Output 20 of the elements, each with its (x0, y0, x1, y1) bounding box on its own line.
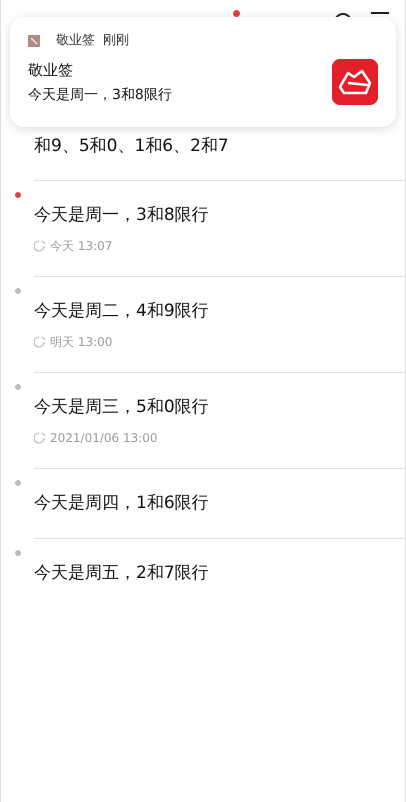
reminder-text[interactable]: 今天是周一，3和8限行 (34, 201, 209, 229)
alarm-icon (34, 432, 46, 444)
notification-card[interactable]: 敬业签 刚刚 敬业签 今天是周一，3和8限行 (10, 17, 396, 127)
reminder-text[interactable]: 今天是周四，1和6限行 (34, 489, 209, 517)
reminder-text: 和9、5和0、1和6、2和7 (33, 135, 230, 158)
alarm-icon (34, 336, 46, 348)
reminder-text[interactable]: 今天是周五，2和7限行 (34, 559, 209, 587)
app-logo-icon (332, 59, 378, 106)
alarm-icon (34, 240, 46, 252)
notification-body: 今天是周一，3和8限行 (28, 86, 172, 105)
notification-time: 刚刚 (103, 32, 129, 50)
reminder-time: 2021/01/06 13:00 (50, 430, 158, 447)
reminder-text[interactable]: 今天是周二，4和9限行 (34, 297, 209, 325)
reminder-time: 明天 13:00 (50, 334, 112, 351)
app-name: 敬业签 (56, 32, 95, 50)
menu-icon[interactable] (371, 12, 389, 16)
app-icon (28, 34, 40, 47)
reminder-text[interactable]: 今天是周三，5和0限行 (34, 393, 209, 421)
reminder-time: 今天 13:07 (50, 238, 112, 255)
notification-title: 敬业签 (28, 60, 74, 80)
